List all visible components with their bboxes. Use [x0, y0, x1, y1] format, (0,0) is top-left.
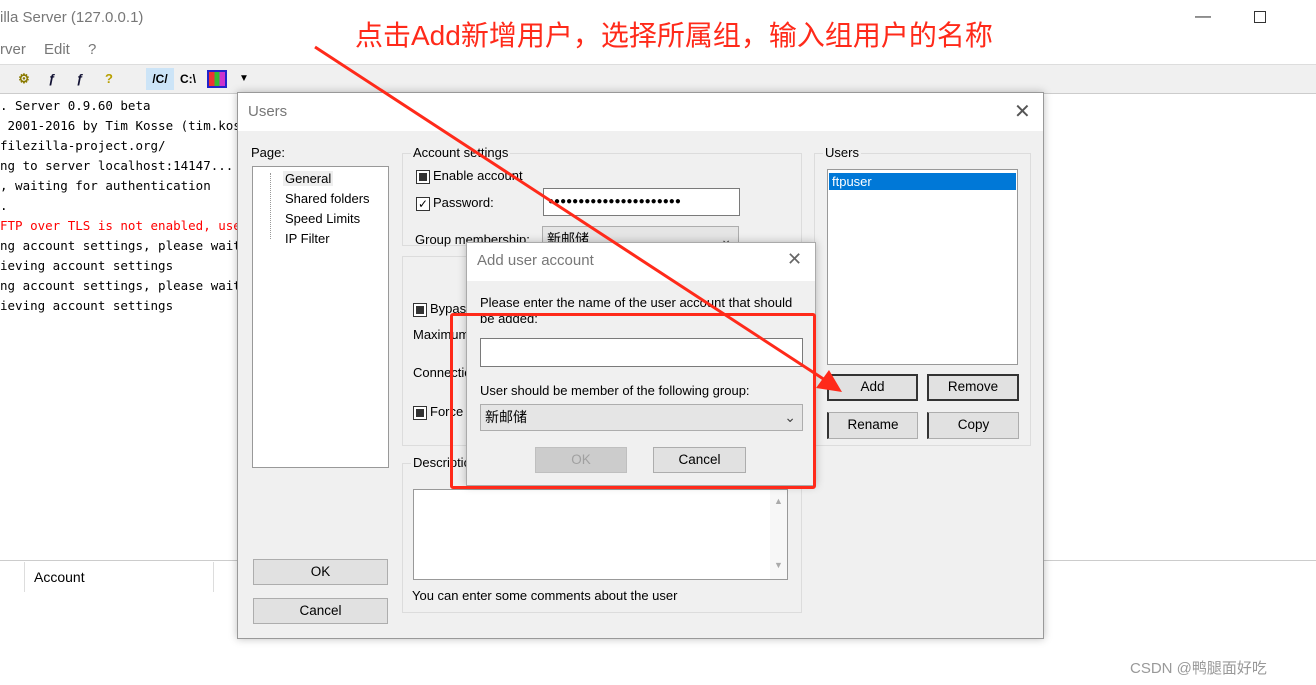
watermark: CSDN @鸭腿面好吃: [1130, 660, 1267, 677]
annotation-text: 点击Add新增用户，选择所属组，输入组用户的名称: [355, 20, 993, 51]
arrow-line: [314, 45, 826, 382]
annotation-arrow: [314, 45, 842, 392]
arrow-head-icon: [816, 370, 842, 392]
